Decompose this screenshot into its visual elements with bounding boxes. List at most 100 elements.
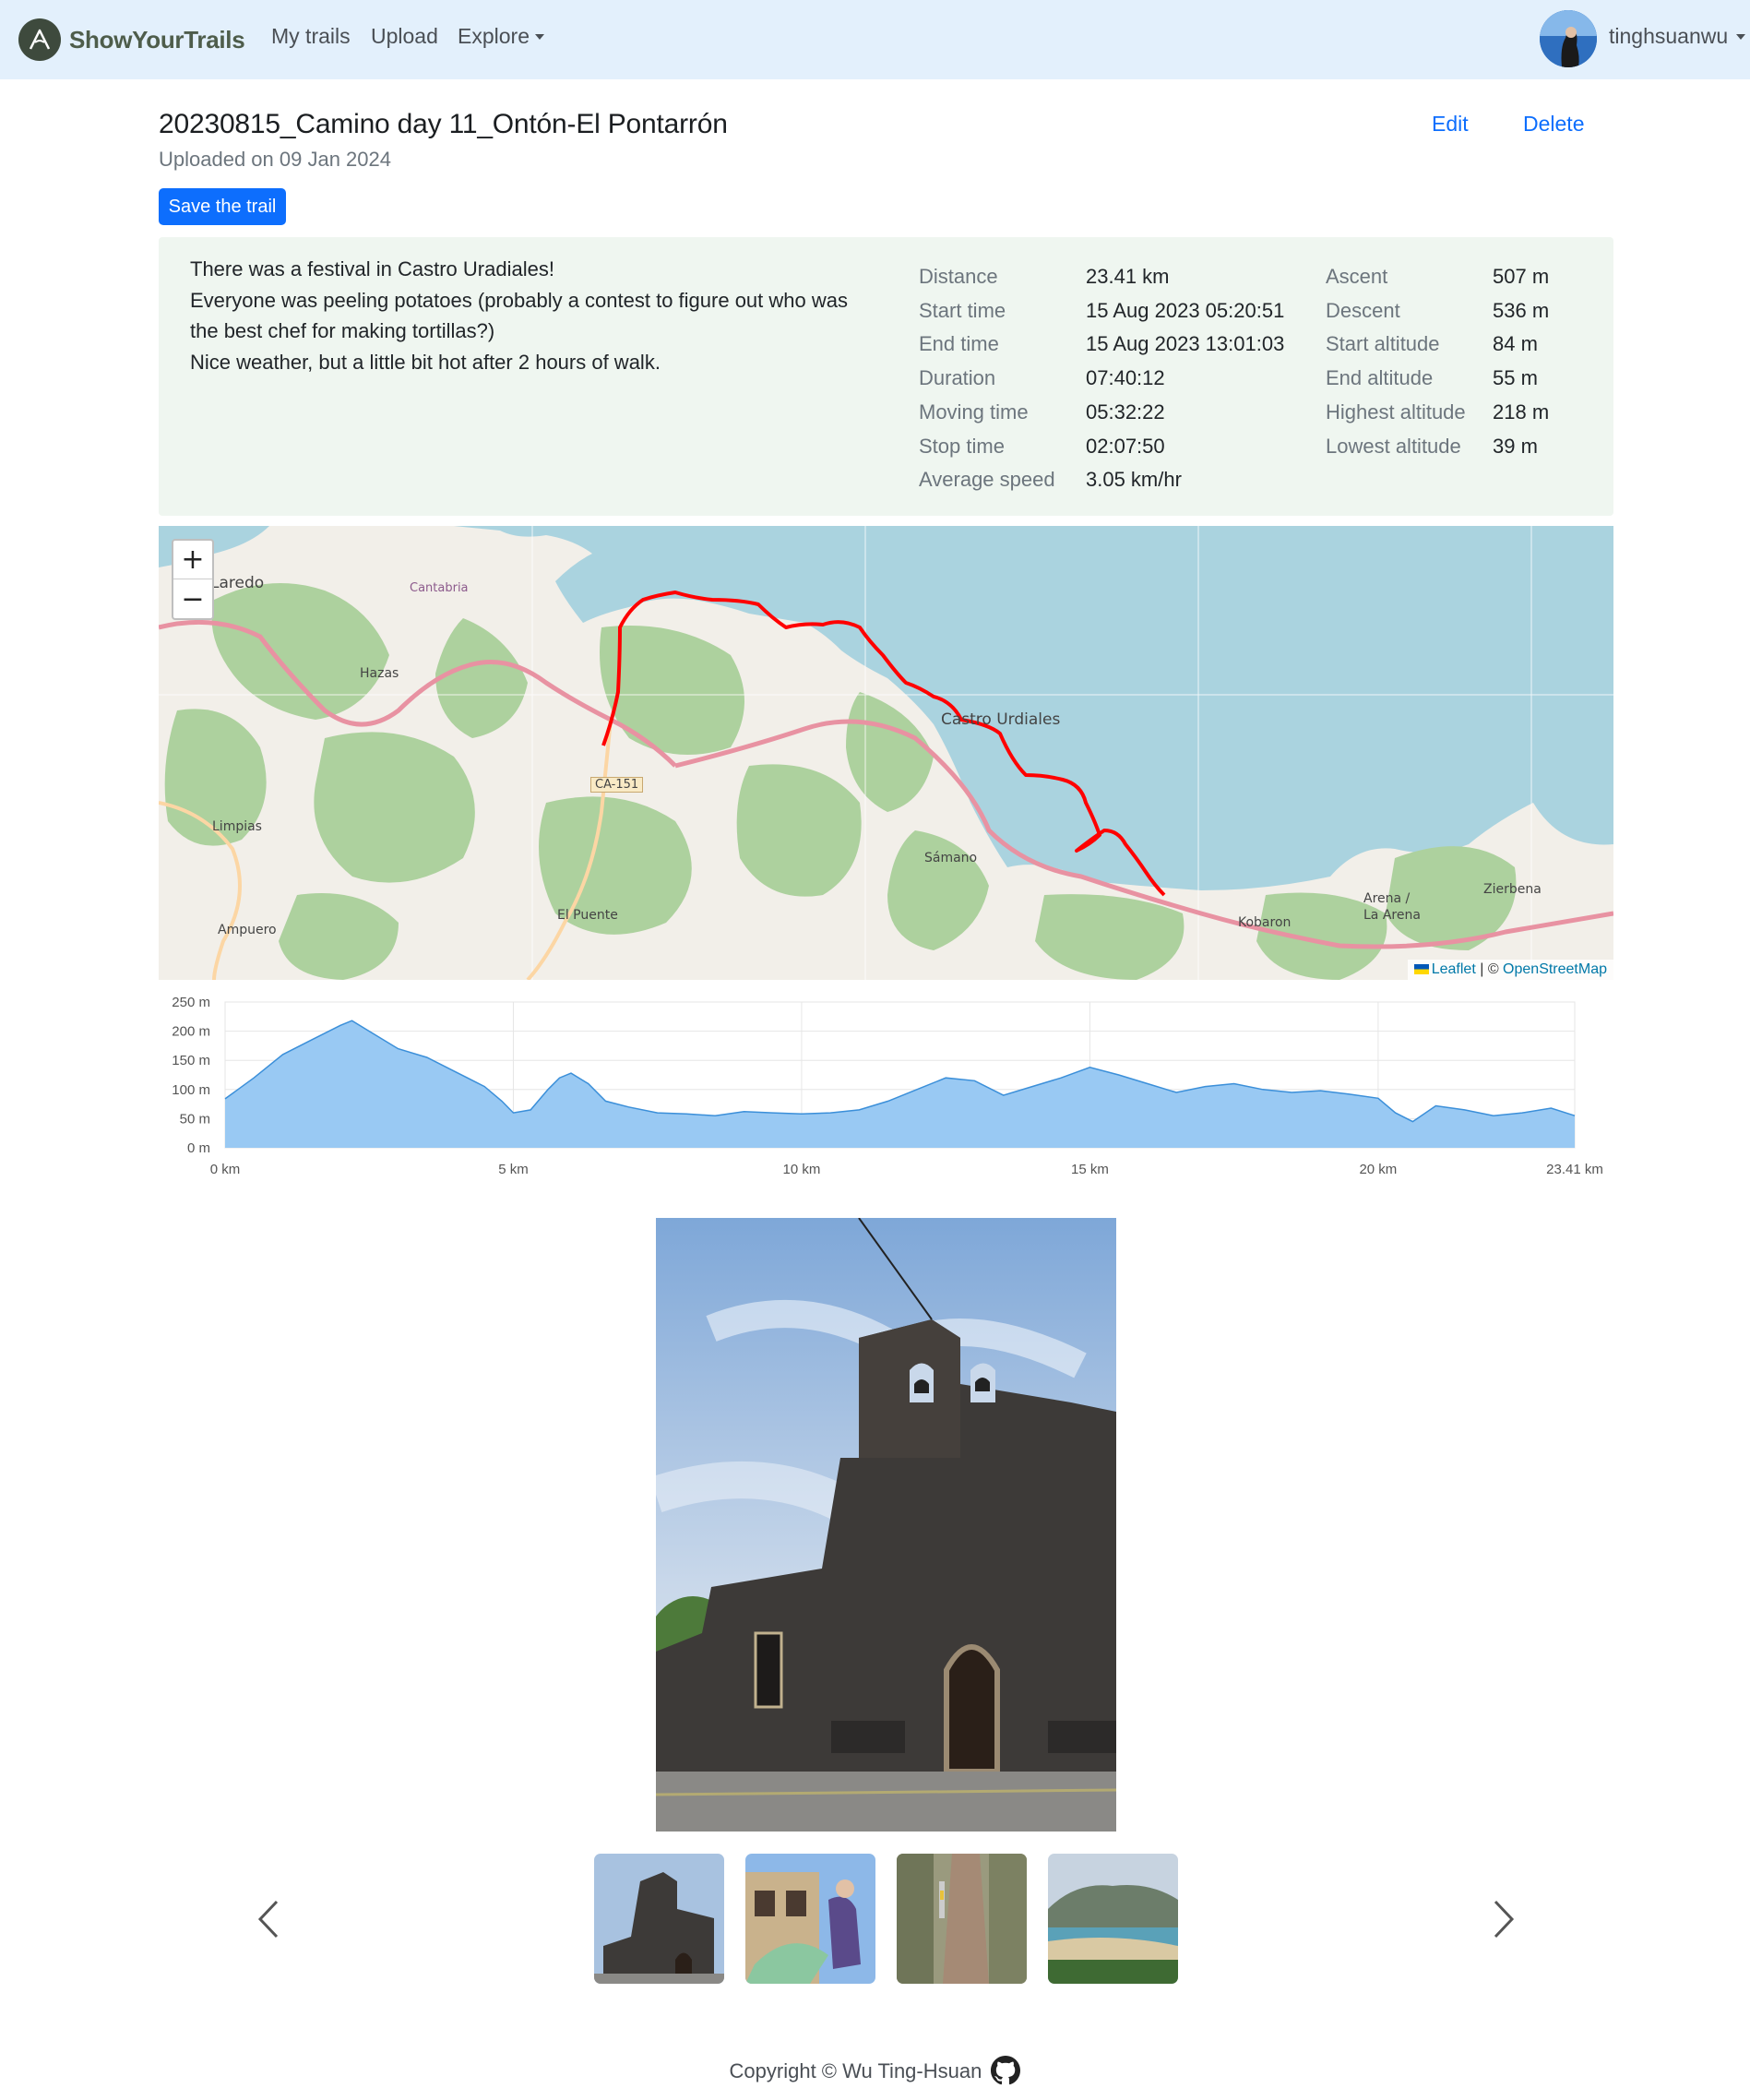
- y-tick-label: 50 m: [180, 1111, 210, 1127]
- stat-label: Lowest altitude: [1326, 434, 1461, 458]
- stat-value: 507 m: [1493, 265, 1550, 288]
- stat-moving-time: Moving time 05:32:22: [919, 396, 1284, 430]
- place-label: Zierbena: [1483, 882, 1542, 897]
- stat-value: 536 m: [1493, 298, 1550, 322]
- stat-value: 02:07:50: [1086, 434, 1165, 458]
- user-menu-link[interactable]: tinghsuanwu: [1609, 24, 1728, 49]
- stat-start-time: Start time 15 Aug 2023 05:20:51: [919, 294, 1284, 328]
- elevation-chart[interactable]: 0 m 50 m 100 m 150 m 200 m 250 m 0 km 5 km 10 km…: [159, 987, 1613, 1192]
- nav-my-trails[interactable]: My trails: [271, 24, 351, 49]
- place-label: Hazas: [360, 666, 399, 681]
- road-label: CA-151: [590, 777, 644, 793]
- stat-label: Average speed: [919, 468, 1055, 492]
- navbar: ShowYourTrails My trails Upload Explore …: [0, 0, 1750, 79]
- stat-start-altitude: Start altitude 84 m: [1326, 328, 1549, 362]
- nav-explore-dropdown[interactable]: Explore: [458, 24, 544, 49]
- github-icon[interactable]: [991, 2056, 1021, 2085]
- zoom-in-button[interactable]: +: [173, 541, 212, 579]
- stat-label: End altitude: [1326, 366, 1434, 390]
- stat-end-altitude: End altitude 55 m: [1326, 362, 1549, 396]
- stat-average-speed: Average speed 3.05 km/hr: [919, 463, 1284, 497]
- stat-value: 15 Aug 2023 13:01:03: [1086, 332, 1285, 356]
- stat-value: 3.05 km/hr: [1086, 468, 1182, 492]
- save-trail-button[interactable]: Save the trail: [159, 188, 286, 225]
- description-line: Nice weather, but a little bit hot after…: [190, 350, 661, 374]
- delete-link[interactable]: Delete: [1523, 112, 1584, 137]
- x-tick-label: 10 km: [783, 1162, 821, 1177]
- stat-descent: Descent 536 m: [1326, 294, 1549, 328]
- gallery-prev-arrow-icon[interactable]: [255, 1898, 282, 1940]
- upload-date: Uploaded on 09 Jan 2024: [159, 148, 391, 171]
- attribution-separator: | ©: [1475, 961, 1504, 977]
- place-label: Ampuero: [218, 923, 277, 937]
- x-tick-label: 23.41 km: [1546, 1162, 1603, 1177]
- description-line: There was a festival in Castro Uradiales…: [190, 257, 554, 280]
- copyright-text: Copyright © Wu Ting-Hsuan: [729, 2059, 982, 2082]
- stat-duration: Duration 07:40:12: [919, 362, 1284, 396]
- trail-map[interactable]: Laredo Cantabria Hazas Castro Urdiales L…: [159, 526, 1613, 980]
- stat-distance: Distance 23.41 km: [919, 260, 1284, 294]
- y-tick-label: 150 m: [172, 1053, 210, 1068]
- stat-stop-time: Stop time 02:07:50: [919, 430, 1284, 464]
- x-tick-label: 0 km: [210, 1162, 241, 1177]
- gallery-thumbnail[interactable]: [897, 1854, 1027, 1984]
- x-tick-label: 20 km: [1359, 1162, 1397, 1177]
- stat-value: 218 m: [1493, 400, 1550, 424]
- stat-label: Ascent: [1326, 265, 1388, 288]
- footer: Copyright © Wu Ting-Hsuan: [0, 2056, 1750, 2085]
- brand-name: ShowYourTrails: [69, 25, 245, 54]
- y-tick-label: 100 m: [172, 1082, 210, 1098]
- place-label: Sámano: [924, 851, 978, 865]
- avatar[interactable]: [1540, 10, 1597, 67]
- stat-label: Highest altitude: [1326, 400, 1466, 424]
- trail-description: There was a festival in Castro Uradiales…: [190, 254, 854, 377]
- leaflet-link[interactable]: Leaflet: [1432, 961, 1476, 977]
- map-zoom-control: + −: [172, 539, 214, 620]
- stat-ascent: Ascent 507 m: [1326, 260, 1549, 294]
- stat-lowest-altitude: Lowest altitude 39 m: [1326, 430, 1549, 464]
- description-line: Everyone was peeling potatoes (probably …: [190, 288, 848, 343]
- stat-value: 15 Aug 2023 05:20:51: [1086, 298, 1285, 322]
- gallery-thumbnail[interactable]: [1048, 1854, 1178, 1984]
- stat-value: 55 m: [1493, 366, 1538, 390]
- y-tick-label: 200 m: [172, 1024, 210, 1040]
- y-tick-label: 0 m: [187, 1140, 210, 1156]
- stats-column-left: Distance 23.41 km Start time 15 Aug 2023 0…: [919, 260, 1284, 497]
- place-label: Cantabria: [410, 581, 469, 595]
- edit-link[interactable]: Edit: [1432, 112, 1469, 137]
- stat-end-time: End time 15 Aug 2023 13:01:03: [919, 328, 1284, 362]
- gallery-thumbnail[interactable]: [745, 1854, 875, 1984]
- gallery-thumbnail[interactable]: [594, 1854, 724, 1984]
- place-label: Castro Urdiales: [941, 710, 1061, 729]
- stat-label: Start time: [919, 298, 1006, 322]
- chevron-down-icon[interactable]: [1736, 34, 1745, 40]
- ukraine-flag-icon: [1413, 964, 1429, 974]
- stat-value: 84 m: [1493, 332, 1538, 356]
- stat-label: Start altitude: [1326, 332, 1440, 356]
- elevation-chart-svg: 0 m 50 m 100 m 150 m 200 m 250 m 0 km 5 km 10 km…: [172, 995, 1603, 1177]
- trail-info-panel: There was a festival in Castro Uradiales…: [159, 237, 1613, 516]
- osm-link[interactable]: OpenStreetMap: [1503, 961, 1607, 977]
- stat-label: Duration: [919, 366, 996, 390]
- place-label: Arena / La Arena: [1363, 891, 1421, 923]
- nav-upload[interactable]: Upload: [371, 24, 438, 49]
- x-tick-label: 15 km: [1071, 1162, 1109, 1177]
- brand-link[interactable]: ShowYourTrails: [18, 18, 245, 61]
- zoom-out-button[interactable]: −: [173, 579, 212, 618]
- stat-label: Distance: [919, 265, 998, 288]
- stat-label: Descent: [1326, 298, 1400, 322]
- gallery-next-arrow-icon[interactable]: [1490, 1898, 1518, 1940]
- place-label: Kobaron: [1238, 915, 1292, 930]
- map-attribution: Leaflet | © OpenStreetMap: [1407, 960, 1613, 980]
- y-tick-label: 250 m: [172, 995, 210, 1010]
- stat-label: Stop time: [919, 434, 1005, 458]
- mountain-logo-icon: [18, 18, 61, 61]
- trail-photo[interactable]: [656, 1218, 1116, 1832]
- place-label: Limpias: [212, 819, 262, 834]
- stats-column-right: Ascent 507 m Descent 536 m Start altitude 8…: [1326, 260, 1549, 463]
- stat-value: 39 m: [1493, 434, 1538, 458]
- stat-value: 05:32:22: [1086, 400, 1165, 424]
- place-label: Laredo: [210, 574, 265, 592]
- x-tick-label: 5 km: [498, 1162, 529, 1177]
- stat-label: Moving time: [919, 400, 1029, 424]
